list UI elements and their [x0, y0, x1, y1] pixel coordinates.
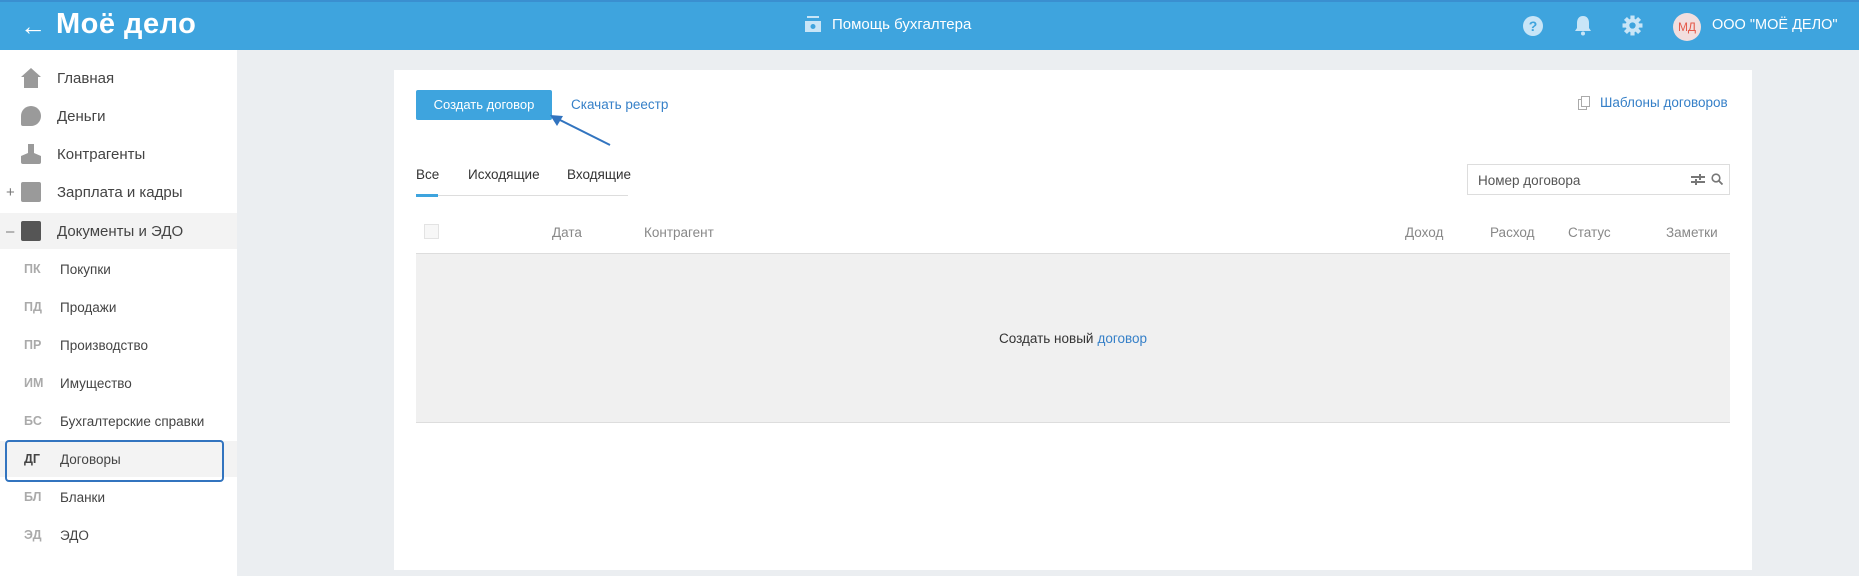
download-registry-link[interactable]: Скачать реестр [571, 97, 668, 112]
column-date[interactable]: Дата [552, 225, 582, 240]
column-contractor[interactable]: Контрагент [644, 225, 714, 240]
abbr: ЭД [24, 528, 42, 542]
sidebar-subitem-property[interactable]: ИМ Имущество [0, 365, 237, 401]
column-expense[interactable]: Расход [1490, 225, 1535, 240]
abbr: ПК [24, 262, 41, 276]
create-contract-link[interactable]: договор [1097, 331, 1147, 346]
annotation-arrow [550, 115, 611, 146]
tab-all[interactable]: Все [416, 167, 439, 182]
help-label: Помощь бухгалтера [832, 15, 972, 33]
sidebar-item-money[interactable]: Деньги [0, 98, 237, 134]
sidebar-item-label: Зарплата и кадры [57, 183, 183, 201]
sidebar-subitem-sales[interactable]: ПД Продажи [0, 289, 237, 325]
sidebar-subitem-accounting-notes[interactable]: БС Бухгалтерские справки [0, 403, 237, 439]
home-icon [21, 68, 41, 88]
collapse-icon[interactable]: – [6, 223, 14, 240]
label: Имущество [60, 375, 132, 391]
avatar[interactable]: МД [1673, 13, 1701, 41]
active-tab-indicator [416, 194, 438, 197]
sidebar-subitem-purchases[interactable]: ПК Покупки [0, 251, 237, 287]
tabs-divider [416, 195, 628, 196]
money-icon [21, 106, 41, 126]
column-notes[interactable]: Заметки [1666, 225, 1718, 240]
sidebar-item-home[interactable]: Главная [0, 60, 237, 96]
sidebar-subitem-production[interactable]: ПР Производство [0, 327, 237, 363]
column-income[interactable]: Доход [1405, 225, 1443, 240]
label: Продажи [60, 299, 117, 315]
question-icon[interactable]: ? [1523, 16, 1543, 36]
create-contract-button[interactable]: Создать договор [416, 90, 552, 120]
templates-link[interactable]: Шаблоны договоров [1578, 95, 1728, 110]
sidebar-item-contractors[interactable]: Контрагенты [0, 136, 237, 172]
sidebar-subitem-forms[interactable]: БЛ Бланки [0, 479, 237, 515]
folder-icon [21, 221, 41, 241]
sidebar-item-salary[interactable]: + Зарплата и кадры [0, 174, 237, 210]
abbr: БС [24, 414, 42, 428]
wallet-icon [21, 182, 41, 202]
empty-text: Создать новый [999, 330, 1094, 346]
select-all-checkbox[interactable] [424, 224, 439, 239]
label: ЭДО [60, 527, 89, 543]
search-placeholder: Номер договора [1478, 173, 1581, 188]
empty-state: Создать новый договор [416, 253, 1730, 423]
filter-icon[interactable] [1691, 174, 1705, 185]
sidebar-item-documents[interactable]: – Документы и ЭДО [0, 213, 237, 249]
org-name[interactable]: ООО "МОЁ ДЕЛО" [1712, 17, 1838, 33]
abbr: ПД [24, 300, 42, 314]
search-icon[interactable] [1711, 173, 1723, 185]
gear-icon[interactable] [1622, 15, 1643, 36]
label: Бухгалтерские справки [60, 413, 205, 429]
abbr: ПР [24, 338, 42, 352]
person-icon [21, 144, 41, 164]
label: Производство [60, 337, 149, 353]
accountant-help-button[interactable]: Помощь бухгалтера [804, 15, 971, 33]
sidebar-item-label: Документы и ЭДО [57, 222, 184, 240]
sidebar-item-label: Деньги [57, 107, 106, 125]
tab-outgoing[interactable]: Исходящие [468, 167, 540, 182]
bell-icon[interactable] [1574, 15, 1592, 36]
label: Покупки [60, 261, 111, 277]
expand-icon[interactable]: + [6, 184, 15, 201]
column-status[interactable]: Статус [1568, 225, 1611, 240]
tab-incoming[interactable]: Входящие [567, 167, 631, 182]
sidebar-item-label: Контрагенты [57, 145, 146, 163]
sidebar: Главная Деньги Контрагенты + Зарплата и к… [0, 50, 237, 576]
help-desk-icon [805, 16, 821, 32]
sidebar-subitem-edo[interactable]: ЭД ЭДО [0, 517, 237, 553]
abbr: ИМ [24, 376, 44, 390]
templates-label: Шаблоны договоров [1600, 95, 1728, 110]
label: Бланки [60, 489, 105, 505]
copy-icon [1578, 95, 1590, 110]
highlight-annotation [5, 440, 224, 482]
arrow-left-icon[interactable]: ← [20, 11, 46, 42]
top-header: ← Моё дело Помощь бухгалтера ? МД ООО "М… [0, 0, 1859, 50]
abbr: БЛ [24, 490, 42, 504]
sidebar-item-label: Главная [57, 69, 115, 87]
logo[interactable]: Моё дело [56, 8, 196, 41]
